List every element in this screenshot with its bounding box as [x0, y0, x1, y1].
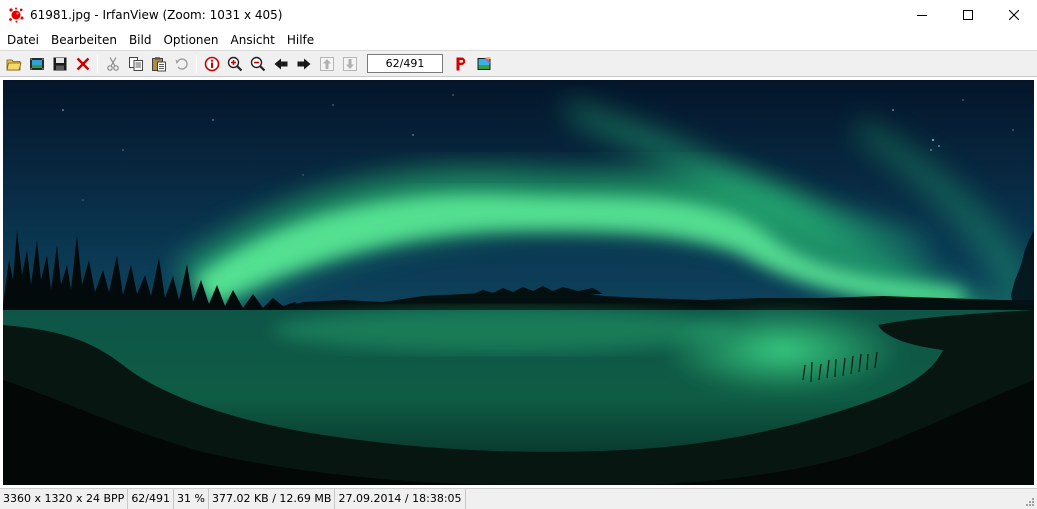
status-position: 62/491	[128, 488, 175, 509]
open-button[interactable]	[2, 53, 25, 75]
first-file-icon	[319, 56, 334, 71]
menu-hilfe[interactable]: Hilfe	[281, 30, 320, 50]
window-controls	[899, 0, 1037, 30]
save-button[interactable]	[48, 53, 71, 75]
menu-ansicht[interactable]: Ansicht	[225, 30, 281, 50]
zoom-out-button[interactable]	[246, 53, 269, 75]
status-file-size: 377.02 KB / 12.69 MB	[209, 488, 336, 509]
paste-button[interactable]	[147, 53, 170, 75]
maximize-icon	[963, 10, 973, 20]
status-dimensions: 3360 x 1320 x 24 BPP	[0, 488, 129, 509]
status-zoom: 31 %	[174, 488, 209, 509]
print-p-icon	[456, 57, 465, 70]
paste-icon	[151, 56, 166, 71]
copy-button[interactable]	[124, 53, 147, 75]
menu-bar: Datei Bearbeiten Bild Optionen Ansicht H…	[0, 30, 1037, 50]
last-file-icon	[342, 56, 357, 71]
slideshow-button[interactable]	[25, 53, 48, 75]
open-folder-icon	[6, 59, 22, 70]
minimize-button[interactable]	[899, 0, 945, 30]
cut-icon	[106, 56, 119, 71]
print-button[interactable]	[449, 53, 472, 75]
paint-icon	[477, 56, 491, 70]
copy-icon	[128, 56, 143, 71]
next-arrow-icon	[297, 58, 310, 69]
first-file-button[interactable]	[315, 53, 338, 75]
status-bar: 3360 x 1320 x 24 BPP 62/491 31 % 377.02 …	[0, 488, 1037, 509]
aurora-landscape-image	[3, 80, 1034, 485]
last-file-button[interactable]	[338, 53, 361, 75]
maximize-button[interactable]	[945, 0, 991, 30]
menu-bearbeiten[interactable]: Bearbeiten	[45, 30, 123, 50]
irfanview-splat-icon	[9, 7, 24, 23]
status-datetime: 27.09.2014 / 18:38:05	[335, 488, 466, 509]
info-icon	[204, 56, 219, 71]
toolbar-separator	[97, 54, 98, 73]
window-title: 61981.jpg - IrfanView (Zoom: 1031 x 405)	[30, 8, 283, 22]
close-icon	[1009, 10, 1019, 20]
menu-optionen[interactable]: Optionen	[157, 30, 224, 50]
delete-button[interactable]	[71, 53, 94, 75]
aurora-photo	[3, 80, 1034, 485]
zoom-in-button[interactable]	[223, 53, 246, 75]
save-icon	[53, 57, 66, 70]
resize-grip-icon[interactable]	[1023, 495, 1035, 507]
delete-icon	[76, 57, 89, 70]
title-bar: 61981.jpg - IrfanView (Zoom: 1031 x 405)	[0, 0, 1037, 30]
zoom-in-icon	[227, 56, 242, 71]
page-number-field[interactable]	[367, 54, 443, 73]
toolbar-separator	[196, 54, 197, 73]
undo-icon	[175, 57, 188, 70]
previous-button[interactable]	[269, 53, 292, 75]
paint-button[interactable]	[472, 53, 495, 75]
undo-button[interactable]	[170, 53, 193, 75]
next-button[interactable]	[292, 53, 315, 75]
image-viewport[interactable]	[0, 78, 1037, 488]
info-button[interactable]	[200, 53, 223, 75]
slideshow-icon	[29, 57, 44, 70]
menu-datei[interactable]: Datei	[1, 30, 45, 50]
cut-button[interactable]	[101, 53, 124, 75]
menu-bild[interactable]: Bild	[123, 30, 158, 50]
close-button[interactable]	[991, 0, 1037, 30]
zoom-out-icon	[250, 56, 265, 71]
minimize-icon	[917, 15, 927, 16]
previous-arrow-icon	[274, 58, 287, 69]
toolbar	[0, 50, 1037, 77]
